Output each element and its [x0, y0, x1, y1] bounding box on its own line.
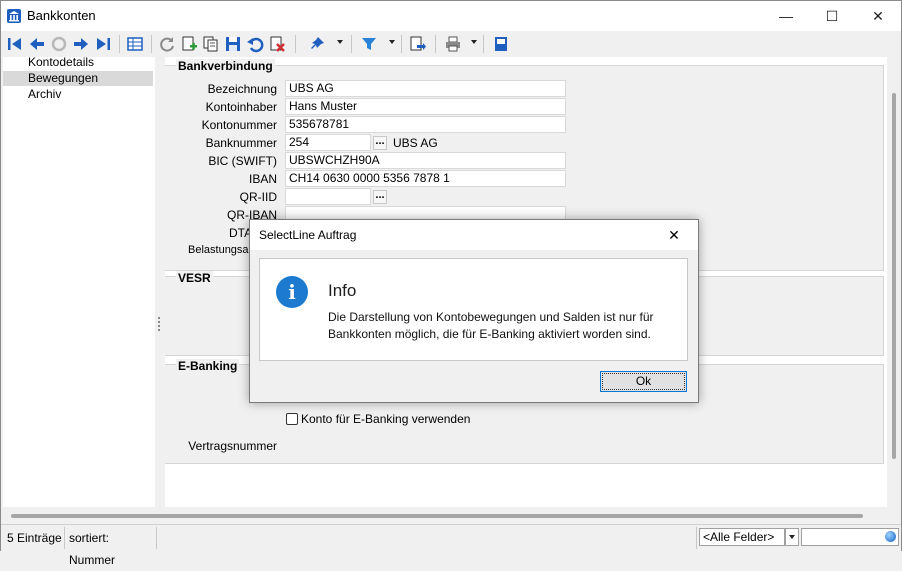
- title-bar: Bankkonten — ☐ ✕: [1, 1, 901, 31]
- qr-iid-lookup-button[interactable]: ...: [373, 190, 387, 204]
- label-iban: IBAN: [248, 172, 277, 186]
- toolbar-separator: [435, 35, 436, 53]
- dialog-title: SelectLine Auftrag: [259, 228, 357, 242]
- label-vertragsnummer: Vertragsnummer: [188, 439, 277, 453]
- kontoinhaber-field[interactable]: Hans Muster: [285, 98, 566, 115]
- pin-icon[interactable]: [307, 34, 327, 54]
- disabled-icon: [49, 34, 69, 54]
- dialog-title-bar: SelectLine Auftrag ✕: [250, 220, 698, 250]
- field-select-dropdown-button[interactable]: [785, 528, 799, 546]
- label-kontoinhaber: Kontoinhaber: [205, 100, 277, 114]
- filter-icon[interactable]: [359, 34, 379, 54]
- status-record-count: 5 Einträge: [3, 527, 65, 549]
- nav-item-kontodetails[interactable]: Kontodetails: [3, 55, 153, 70]
- info-icon: i: [276, 276, 308, 308]
- dialog-heading: Info: [328, 281, 357, 300]
- refresh-icon[interactable]: [157, 34, 177, 54]
- bank-name-text: UBS AG: [393, 136, 438, 150]
- ebanking-checkbox[interactable]: [286, 413, 298, 425]
- last-record-icon[interactable]: [93, 34, 113, 54]
- qr-iid-field[interactable]: [285, 188, 371, 205]
- delete-icon[interactable]: [267, 34, 287, 54]
- dialog-close-button[interactable]: ✕: [662, 224, 686, 246]
- bezeichnung-field[interactable]: UBS AG: [285, 80, 566, 97]
- dialog-message: Die Darstellung von Kontobewegungen und …: [328, 310, 654, 341]
- label-bezeichnung: Bezeichnung: [207, 82, 277, 96]
- bank-icon: [7, 9, 21, 23]
- toolbar-separator: [401, 35, 402, 53]
- group-title-vesr: VESR: [176, 271, 213, 285]
- save-icon[interactable]: [223, 34, 243, 54]
- vertical-scroll-thumb[interactable]: [892, 93, 896, 459]
- minimize-button[interactable]: —: [763, 1, 809, 31]
- undo-icon[interactable]: [245, 34, 265, 54]
- toolbar-separator: [151, 35, 152, 53]
- maximize-button[interactable]: ☐: [809, 1, 855, 31]
- label-kontonummer: Kontonummer: [201, 118, 277, 132]
- toolbar-separator: [119, 35, 120, 53]
- window-title: Bankkonten: [27, 8, 96, 23]
- filter-dropdown-arrow[interactable]: [389, 40, 395, 44]
- group-title-bankverbindung: Bankverbindung: [176, 59, 275, 73]
- status-bar: 5 Einträge sortiert: Nummer <Alle Felder…: [1, 524, 901, 567]
- side-nav: Kontodetails Bewegungen Archiv: [3, 55, 155, 507]
- horizontal-scroll-thumb[interactable]: [11, 514, 863, 518]
- export-icon[interactable]: [407, 34, 427, 54]
- next-record-icon[interactable]: [71, 34, 91, 54]
- toolbar: [1, 31, 901, 57]
- print-dropdown-arrow[interactable]: [471, 40, 477, 44]
- banknummer-lookup-button[interactable]: ...: [373, 136, 387, 150]
- first-record-icon[interactable]: [5, 34, 25, 54]
- field-select[interactable]: <Alle Felder>: [699, 528, 785, 546]
- label-bic: BIC (SWIFT): [208, 154, 277, 168]
- print-icon[interactable]: [443, 34, 463, 54]
- iban-field[interactable]: CH14 0630 0000 5356 7878 1: [285, 170, 566, 187]
- banknummer-field[interactable]: 254: [285, 134, 371, 151]
- splitter-handle[interactable]: [158, 317, 162, 331]
- group-title-ebanking: E-Banking: [176, 359, 240, 373]
- toolbar-separator: [351, 35, 352, 53]
- new-record-icon[interactable]: [179, 34, 199, 54]
- pin-dropdown-arrow[interactable]: [337, 40, 343, 44]
- search-globe-icon[interactable]: [885, 531, 896, 542]
- status-empty: [157, 527, 697, 549]
- label-belastungsart: Belastungsar: [188, 244, 253, 256]
- toolbar-separator: [295, 35, 296, 53]
- toolbar-separator: [483, 35, 484, 53]
- vertical-scrollbar[interactable]: [887, 57, 901, 507]
- nav-item-archiv[interactable]: Archiv: [3, 87, 153, 102]
- ok-button[interactable]: Ok: [600, 371, 687, 392]
- horizontal-scrollbar[interactable]: [1, 509, 885, 523]
- label-qr-iid: QR-IID: [239, 190, 277, 204]
- ebanking-checkbox-label[interactable]: Konto für E-Banking verwenden: [301, 412, 470, 426]
- status-sort: sortiert: Nummer: [65, 527, 157, 567]
- copy-record-icon[interactable]: [201, 34, 221, 54]
- prev-record-icon[interactable]: [27, 34, 47, 54]
- dialog-body: i Info Die Darstellung von Kontobewegung…: [259, 258, 688, 361]
- close-button[interactable]: ✕: [855, 1, 901, 31]
- table-view-icon[interactable]: [125, 34, 145, 54]
- info-dialog: SelectLine Auftrag ✕ i Info Die Darstell…: [249, 219, 699, 403]
- nav-item-bewegungen[interactable]: Bewegungen: [3, 71, 153, 86]
- save-disk-icon[interactable]: [491, 34, 511, 54]
- bic-field[interactable]: UBSWCHZH90A: [285, 152, 566, 169]
- kontonummer-field[interactable]: 535678781: [285, 116, 566, 133]
- label-banknummer: Banknummer: [205, 136, 277, 150]
